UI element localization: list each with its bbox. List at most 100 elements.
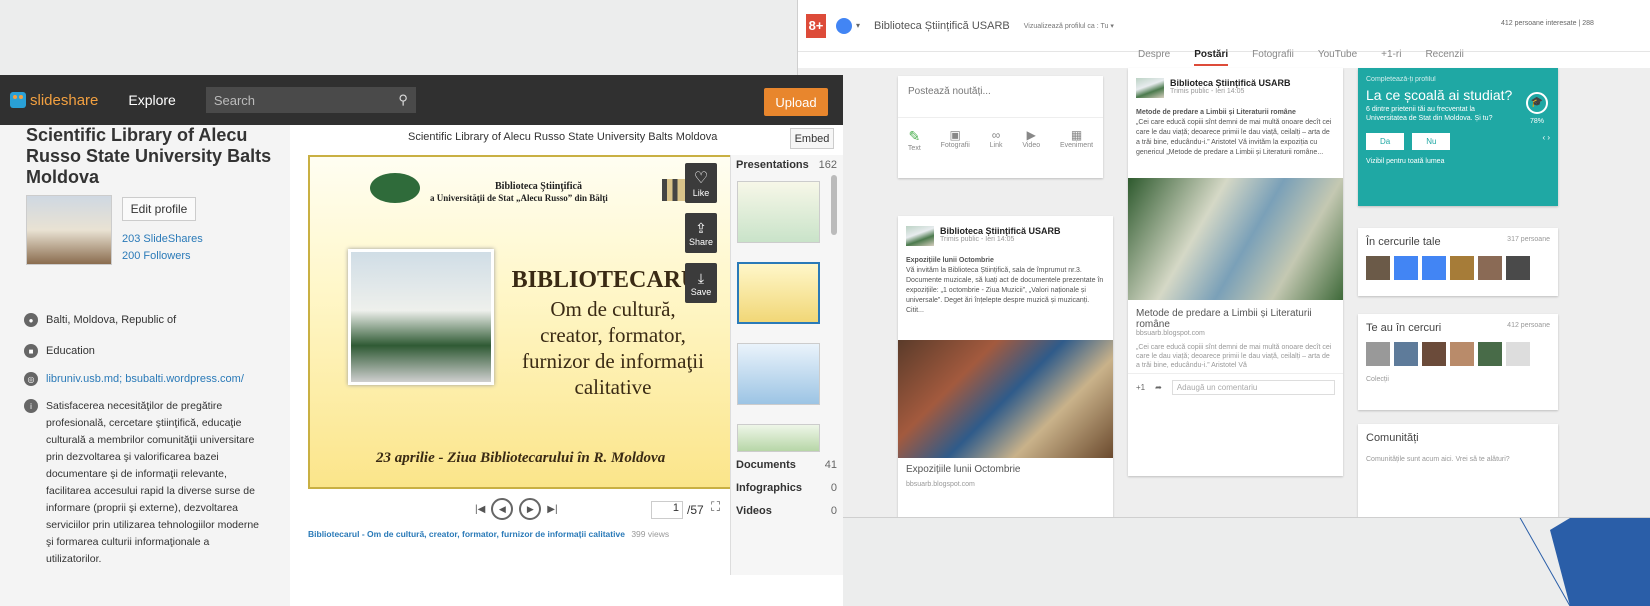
tab-videos[interactable]: Videos 0 xyxy=(730,505,843,517)
comment-input[interactable]: Adaugă un comentariu xyxy=(1171,380,1335,395)
author-avatar[interactable] xyxy=(906,226,934,246)
compose-text[interactable]: ✎ Text xyxy=(908,128,921,152)
post-image-books[interactable] xyxy=(898,340,1113,458)
prev-slide-button[interactable]: ◀ xyxy=(491,498,514,520)
communities-title: Comunități xyxy=(1366,432,1419,444)
player-controls: |◀ ◀ ▶ ▶| xyxy=(475,498,558,520)
heart-icon: ♡ xyxy=(693,170,709,187)
next-slide-button[interactable]: ▶ xyxy=(519,498,542,520)
circle-avatar[interactable] xyxy=(1366,256,1390,280)
follower-avatar[interactable] xyxy=(1506,342,1530,366)
visibility-link[interactable]: Vizibil pentru toată lumea xyxy=(1358,158,1558,165)
embed-button[interactable]: Embed xyxy=(790,128,834,149)
graduation-cap-icon: 🎓 xyxy=(1526,92,1548,114)
tab-infographics[interactable]: Infographics 0 xyxy=(730,482,843,494)
compose-link[interactable]: ∞ Link xyxy=(990,128,1003,152)
compose-event[interactable]: ▦ Eveniment xyxy=(1060,128,1093,152)
slideshares-count[interactable]: 203 SlideShares xyxy=(122,233,203,245)
location-row: ● Balti, Moldova, Republic of xyxy=(24,312,176,329)
card-nav-arrows[interactable]: ‹ › xyxy=(1542,133,1550,150)
chevron-down-icon[interactable]: ▾ xyxy=(856,21,860,30)
follower-avatar[interactable] xyxy=(1366,342,1390,366)
presentation-thumbnail[interactable] xyxy=(737,424,820,452)
no-button[interactable]: Nu xyxy=(1412,133,1451,150)
author-avatar[interactable] xyxy=(1136,78,1164,98)
slideshare-logo[interactable]: slideshare xyxy=(10,92,98,109)
circle-avatar[interactable] xyxy=(1450,256,1474,280)
post-text: „Cei care educă copiii sînt demni de mai… xyxy=(1136,119,1332,156)
search-input[interactable]: Search ⚲ xyxy=(205,87,416,113)
followers-count[interactable]: 200 Followers xyxy=(122,250,190,262)
view-profile-as[interactable]: Vizualizează profilul ca : Tu ▾ xyxy=(1024,22,1114,30)
gplus-logo[interactable]: 8+ xyxy=(806,13,826,38)
tab-youtube[interactable]: YouTube xyxy=(1318,49,1357,66)
slide-org-line2: a Universităţii de Stat „Alecu Russo” di… xyxy=(430,193,608,203)
page-input[interactable]: 1 xyxy=(651,501,683,519)
presentation-title-link[interactable]: Bibliotecarul - Om de cultură, creator, … xyxy=(308,529,625,539)
presentation-thumbnail[interactable] xyxy=(737,343,820,405)
explore-link[interactable]: Explore xyxy=(128,92,175,108)
circle-avatar[interactable] xyxy=(1478,256,1502,280)
googleplus-window: 8+ ▾ Biblioteca Științifică USARB Vizual… xyxy=(797,0,1650,518)
follower-avatar[interactable] xyxy=(1450,342,1474,366)
tab-presentations[interactable]: Presentations 162 xyxy=(730,159,843,171)
post-link-title[interactable]: Metode de predare a Limbii și Literaturi… xyxy=(1128,300,1343,330)
first-slide-icon[interactable]: |◀ xyxy=(475,504,485,515)
share-button[interactable]: ⇪ Share xyxy=(685,213,717,253)
plus-one-button[interactable]: +1 xyxy=(1136,383,1145,392)
view-count: 399 views xyxy=(631,529,670,539)
circle-avatar[interactable] xyxy=(1422,256,1446,280)
slide-canvas[interactable]: Biblioteca Ştiinţifică a Universităţii d… xyxy=(308,155,733,489)
tab-reviews[interactable]: Recenzii xyxy=(1425,49,1463,66)
post-image-library[interactable] xyxy=(1128,178,1343,300)
page-name: Biblioteca Științifică USARB xyxy=(874,19,1010,32)
yes-button[interactable]: Da xyxy=(1366,133,1405,150)
thumbnail-scrollbar[interactable] xyxy=(831,175,837,235)
tab-about[interactable]: Despre xyxy=(1138,49,1170,66)
camera-icon: ▣ xyxy=(949,128,961,142)
post-link-url[interactable]: bbsuarb.blogspot.com xyxy=(898,481,1113,488)
search-icon[interactable]: ⚲ xyxy=(398,92,408,108)
circle-avatar[interactable] xyxy=(1506,256,1530,280)
website-row: ◎ libruniv.usb.md; bsubalti.wordpress.com… xyxy=(24,371,244,388)
follower-avatar[interactable] xyxy=(1394,342,1418,366)
briefcase-icon: ■ xyxy=(24,344,38,358)
tab-posts[interactable]: Postări xyxy=(1194,49,1229,66)
profile-photo[interactable] xyxy=(26,195,112,265)
like-button[interactable]: ♡ Like xyxy=(685,163,717,203)
follower-avatar[interactable] xyxy=(1422,342,1446,366)
communities-card: Comunități Comunitățile sunt acum aici. … xyxy=(1358,424,1558,517)
tab-plusones[interactable]: +1-ri xyxy=(1381,49,1401,66)
edit-profile-button[interactable]: Edit profile xyxy=(122,197,196,221)
your-circles-card: În cercurile tale 317 persoane xyxy=(1358,228,1558,296)
compose-card: Postează noutăți... ✎ Text ▣ Fotografii ∞ L… xyxy=(898,76,1103,178)
presentation-thumbnail[interactable] xyxy=(737,262,820,324)
tab-documents[interactable]: Documents 41 xyxy=(730,459,843,471)
compose-input[interactable]: Postează noutăți... xyxy=(898,76,1103,118)
post-author[interactable]: Biblioteca Științifică USARB xyxy=(940,226,1061,236)
post-author[interactable]: Biblioteca Științifică USARB xyxy=(1170,78,1291,88)
interested-count: 412 persoane interesate | 288 xyxy=(1501,20,1594,27)
completion-percent: 78% xyxy=(1530,118,1545,125)
upload-button[interactable]: Upload xyxy=(764,88,828,116)
post-text: Vă invităm la Biblioteca Științifică, sa… xyxy=(906,267,1104,314)
post-link-title[interactable]: Expozițiile lunii Octombrie xyxy=(898,458,1113,481)
share-arrow-icon[interactable]: ➦ xyxy=(1155,383,1162,392)
follower-avatar[interactable] xyxy=(1478,342,1502,366)
last-slide-icon[interactable]: ▶| xyxy=(547,504,557,515)
circle-avatar[interactable] xyxy=(1394,256,1418,280)
school-desc: 6 dintre prietenii tăi au frecventat la … xyxy=(1366,106,1493,122)
gplus-tabs: Despre Postări Fotografii YouTube +1-ri … xyxy=(1138,49,1464,66)
compose-video[interactable]: ▶ Video xyxy=(1022,128,1040,152)
tab-photos[interactable]: Fotografii xyxy=(1252,49,1294,66)
presentation-thumbnail[interactable] xyxy=(737,181,820,243)
save-button[interactable]: ⤓ Save xyxy=(685,263,717,303)
collections-link[interactable]: Colecții xyxy=(1358,366,1558,383)
account-avatar[interactable] xyxy=(836,17,852,34)
compose-photo[interactable]: ▣ Fotografii xyxy=(941,128,970,152)
gplus-stream: Postează noutăți... ✎ Text ▣ Fotografii ∞ L… xyxy=(798,68,1650,517)
gplus-topbar: 8+ ▾ Biblioteca Științifică USARB Vizual… xyxy=(798,0,1650,52)
post-link-url[interactable]: bbsuarb.blogspot.com xyxy=(1128,330,1343,337)
fullscreen-icon[interactable]: ⛶ xyxy=(711,499,720,515)
circles-count: 317 persoane xyxy=(1507,236,1550,243)
